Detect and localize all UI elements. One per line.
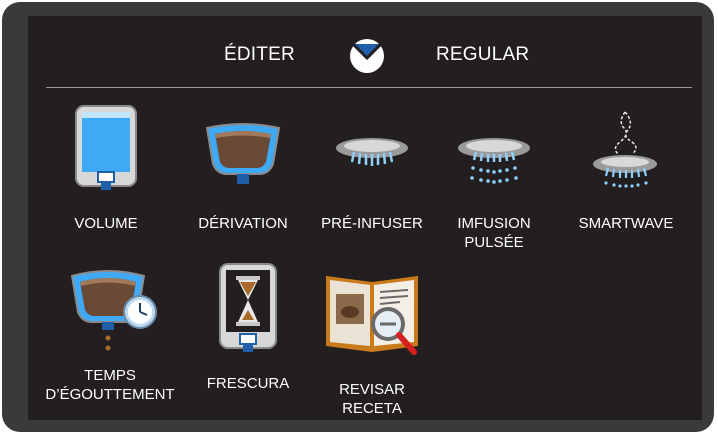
menu-item-pulse-infusion[interactable]: IMFUSION PULSÉE — [442, 102, 546, 268]
drop-logo-icon[interactable] — [348, 37, 386, 75]
menu-item-label: VOLUME — [74, 215, 138, 232]
menu-item-smartwave[interactable]: SMARTWAVE — [560, 102, 692, 242]
water-tank-icon — [75, 105, 137, 190]
menu-item-drip-time[interactable]: TEMPS D’ÉGOUTTEMENT — [30, 262, 190, 418]
recipe-book-icon — [326, 276, 418, 355]
menu-item-pre-infuse[interactable]: PRÉ-INFUSER — [310, 102, 434, 242]
menu-item-label: TEMPS D’ÉGOUTTEMENT — [45, 367, 175, 403]
menu-item-bypass[interactable]: DÉRIVATION — [178, 102, 308, 242]
menu-item-label: IMFUSION PULSÉE — [457, 215, 531, 251]
drip-time-icon — [70, 270, 157, 351]
hourglass-icon — [219, 263, 277, 352]
edit-button[interactable]: ÉDITER — [224, 44, 295, 66]
menu-item-volume[interactable]: VOLUME — [46, 102, 166, 242]
menu-item-freshness[interactable]: FRESCURA — [188, 262, 308, 402]
header: ÉDITER REGULAR — [28, 16, 702, 88]
menu-item-label: FRESCURA — [206, 375, 290, 392]
spray-head-icon — [336, 138, 408, 166]
menu-item-label: DÉRIVATION — [198, 215, 288, 232]
pulse-spray-icon — [458, 138, 530, 184]
regular-mode-button[interactable]: REGULAR — [436, 44, 529, 66]
menu-item-label: PRÉ-INFUSER — [321, 215, 423, 232]
touch-screen: ÉDITER REGULAR VOLUME DÉRIVATION PRÉ-INF… — [28, 16, 702, 420]
menu-item-label: SMARTWAVE — [578, 215, 674, 232]
smartwave-icon — [593, 111, 657, 188]
bypass-cup-icon — [205, 123, 281, 184]
device-bezel: ÉDITER REGULAR VOLUME DÉRIVATION PRÉ-INF… — [2, 2, 714, 432]
menu-item-label: REVISAR RECETA — [339, 381, 405, 417]
header-divider — [46, 87, 692, 88]
menu-item-review-recipe[interactable]: REVISAR RECETA — [310, 262, 434, 418]
